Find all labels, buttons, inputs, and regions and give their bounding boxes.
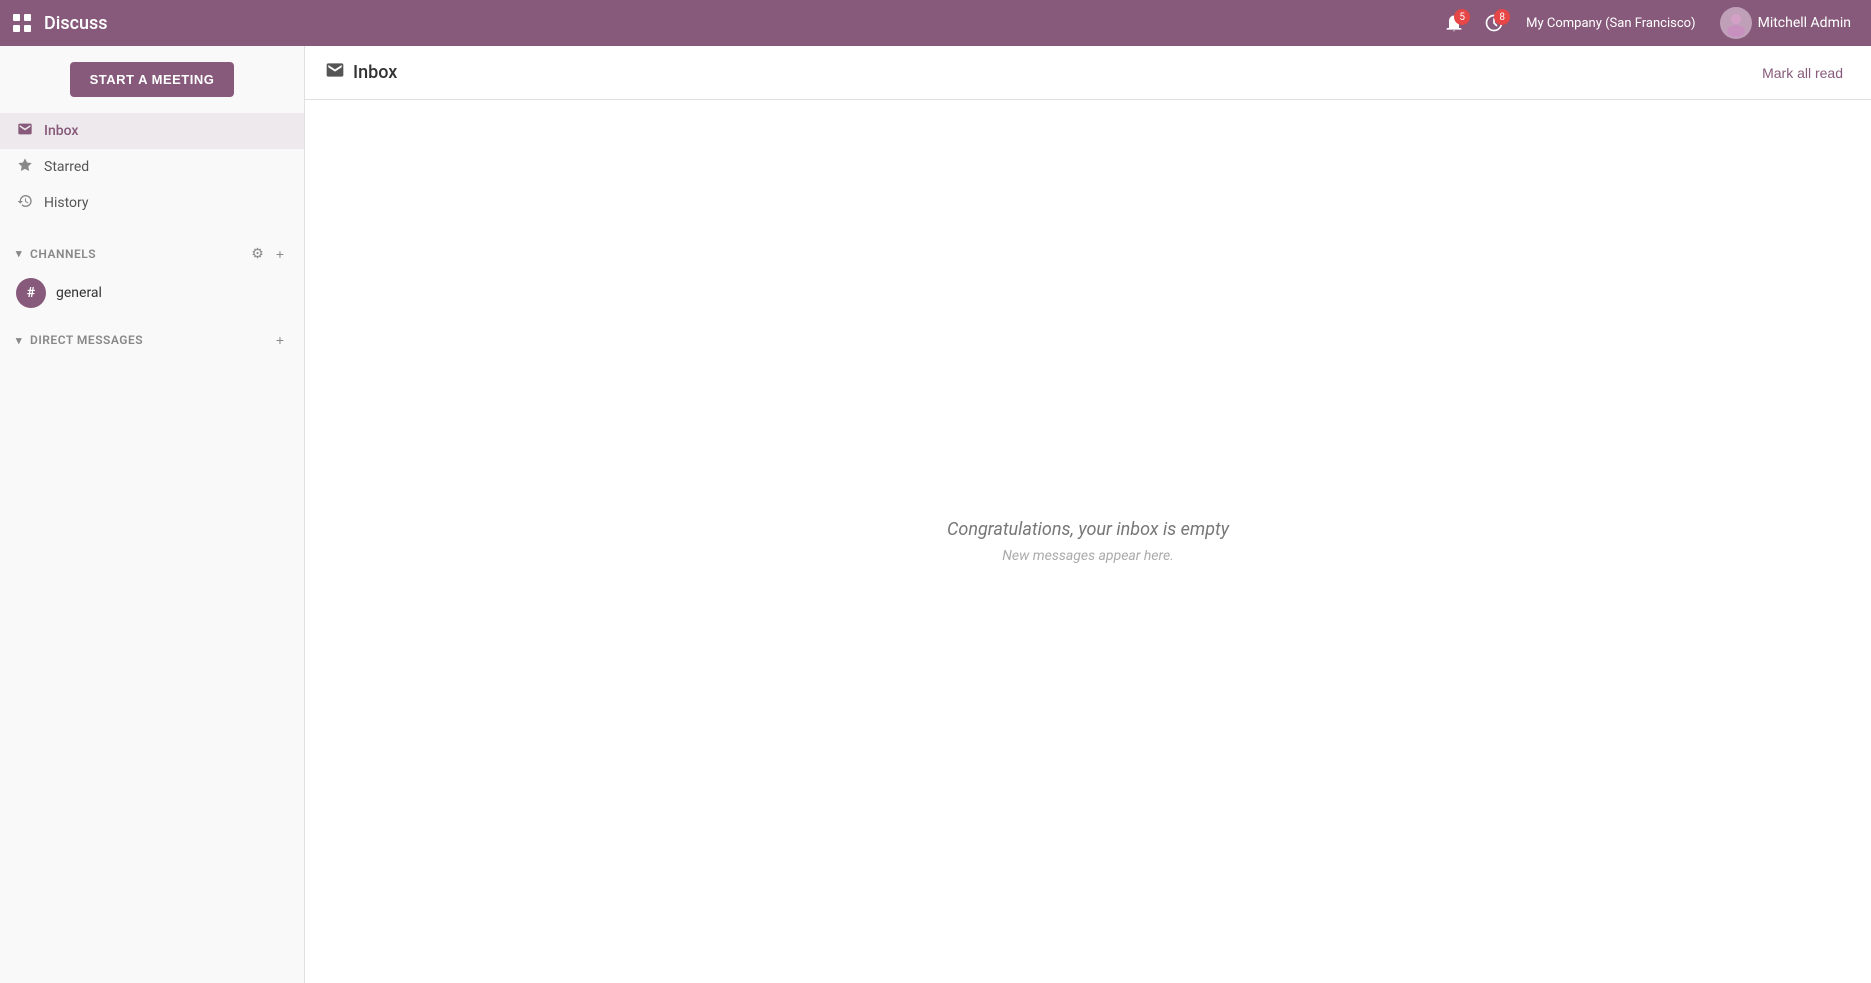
starred-icon <box>16 157 34 177</box>
clock-badge: 8 <box>1494 9 1510 25</box>
user-menu[interactable]: Mitchell Admin <box>1712 3 1859 43</box>
sidebar: START A MEETING Inbox Starred <box>0 46 305 983</box>
notifications-btn[interactable]: 5 <box>1438 9 1470 37</box>
company-name[interactable]: My Company (San Francisco) <box>1518 16 1703 31</box>
direct-messages-section: ▾ DIRECT MESSAGES + <box>0 324 304 356</box>
sidebar-nav: Inbox Starred History <box>0 113 304 221</box>
grid-icon[interactable] <box>12 13 32 33</box>
inbox-icon <box>16 121 34 141</box>
history-label: History <box>44 195 89 211</box>
channel-avatar-general: # <box>16 278 46 308</box>
topbar-right: 5 8 My Company (San Francisco) Mitchell … <box>1438 3 1859 43</box>
mark-all-read-button[interactable]: Mark all read <box>1754 61 1851 85</box>
empty-state-title: Congratulations, your inbox is empty <box>947 519 1229 540</box>
main-layout: START A MEETING Inbox Starred <box>0 46 1871 983</box>
content-header: Inbox Mark all read <box>305 46 1871 100</box>
content-header-inbox-icon <box>325 60 345 85</box>
content-area: Inbox Mark all read Congratulations, you… <box>305 46 1871 983</box>
channel-name-general: general <box>56 285 102 301</box>
sidebar-item-starred[interactable]: Starred <box>0 149 304 185</box>
app-name: Discuss <box>44 13 1430 34</box>
dm-chevron-icon: ▾ <box>16 334 22 347</box>
user-name: Mitchell Admin <box>1758 15 1851 31</box>
channels-settings-button[interactable]: ⚙ <box>247 243 268 264</box>
dm-add-button[interactable]: + <box>272 330 288 350</box>
topbar: Discuss 5 8 My Company (San Francisco) <box>0 0 1871 46</box>
clock-btn[interactable]: 8 <box>1478 9 1510 37</box>
content-body: Congratulations, your inbox is empty New… <box>305 100 1871 983</box>
channels-add-button[interactable]: + <box>272 243 288 264</box>
channels-actions: ⚙ + <box>247 243 288 264</box>
history-icon <box>16 193 34 213</box>
channel-item-general[interactable]: # general <box>0 270 304 316</box>
empty-state-subtitle: New messages appear here. <box>1002 548 1174 564</box>
user-avatar <box>1720 7 1752 39</box>
sidebar-item-history[interactable]: History <box>0 185 304 221</box>
channels-chevron-icon: ▾ <box>16 247 22 260</box>
starred-label: Starred <box>44 159 89 175</box>
notifications-badge: 5 <box>1454 9 1470 25</box>
start-meeting-button[interactable]: START A MEETING <box>70 62 235 97</box>
channels-section: ▾ CHANNELS ⚙ + # general <box>0 237 304 316</box>
inbox-label: Inbox <box>44 123 78 139</box>
sidebar-item-inbox[interactable]: Inbox <box>0 113 304 149</box>
channels-header: ▾ CHANNELS ⚙ + <box>0 237 304 270</box>
dm-title: DIRECT MESSAGES <box>30 333 268 347</box>
content-title: Inbox <box>353 62 1754 83</box>
channels-title: CHANNELS <box>30 247 243 261</box>
